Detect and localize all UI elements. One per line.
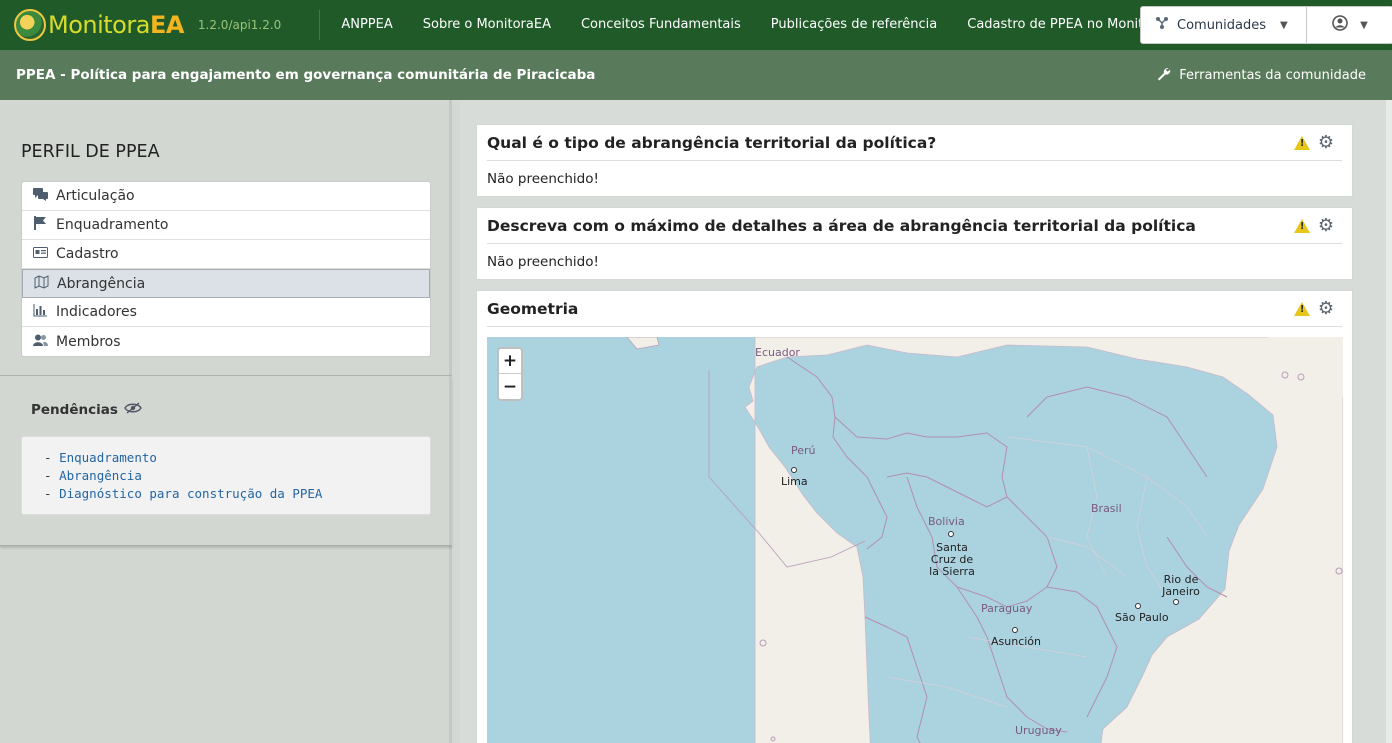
menu-item-label: Membros bbox=[56, 333, 121, 350]
menu-item-indicadores[interactable]: Indicadores bbox=[22, 298, 430, 327]
question-card-geometria: Geometria ⚙ bbox=[476, 290, 1353, 743]
card-answer: Não preenchido! bbox=[487, 254, 599, 270]
map-label-brasil: Brasil bbox=[1091, 502, 1122, 515]
logo-accent-text: EA bbox=[149, 11, 184, 39]
account-button-group: Comunidades ▼ ▼ bbox=[1140, 6, 1392, 44]
user-circle-icon bbox=[1332, 14, 1348, 36]
gear-icon[interactable]: ⚙ bbox=[1318, 299, 1334, 318]
pendencias-panel: Pendências - Enquadramento - Abrangência… bbox=[0, 376, 452, 546]
community-tools-link[interactable]: Ferramentas da comunidade bbox=[1156, 66, 1366, 85]
menu-item-label: Enquadramento bbox=[56, 217, 169, 233]
users-icon bbox=[32, 334, 48, 350]
card-answer: Não preenchido! bbox=[487, 171, 599, 187]
menu-item-articulacao[interactable]: Articulação bbox=[22, 182, 430, 211]
wrench-icon bbox=[1156, 66, 1171, 85]
south-america-basemap bbox=[626, 337, 1343, 743]
question-card-tipo-abrangencia: Qual é o tipo de abrangência territorial… bbox=[476, 124, 1353, 197]
main-content: Qual é o tipo de abrangência territorial… bbox=[460, 100, 1392, 743]
sidebar: PERFIL DE PPEA Articulação Enquadramento… bbox=[0, 100, 452, 743]
land-area bbox=[744, 337, 1343, 743]
map-label-paraguay: Paraguay bbox=[981, 602, 1033, 615]
globe-logo-icon bbox=[14, 9, 46, 41]
pendencia-link-diagnostico[interactable]: Diagnóstico para construção da PPEA bbox=[59, 486, 322, 501]
list-item: - Abrangência bbox=[44, 468, 142, 483]
warning-icon bbox=[1293, 301, 1310, 316]
profile-menu: Articulação Enquadramento Cadastro Abran… bbox=[21, 181, 431, 357]
comments-icon bbox=[32, 187, 48, 205]
profile-panel: PERFIL DE PPEA Articulação Enquadramento… bbox=[0, 100, 452, 376]
profile-title: PERFIL DE PPEA bbox=[21, 142, 160, 162]
city-marker-rio bbox=[1173, 599, 1179, 605]
monitoraea-logo[interactable]: MonitoraEA bbox=[14, 0, 184, 50]
menu-item-cadastro[interactable]: Cadastro bbox=[22, 240, 430, 269]
nav-item-anppea[interactable]: ANPPEA bbox=[326, 0, 407, 50]
menu-item-label: Articulação bbox=[56, 188, 135, 204]
warning-icon bbox=[1293, 218, 1310, 233]
eye-slash-icon[interactable] bbox=[124, 402, 142, 418]
map-label-uruguay: Uruguay bbox=[1015, 724, 1062, 737]
map-label-santa-cruz: Santa Cruz de la Sierra bbox=[929, 541, 975, 578]
share-nodes-icon bbox=[1155, 16, 1169, 34]
city-marker-sao-paulo bbox=[1135, 603, 1141, 609]
menu-item-enquadramento[interactable]: Enquadramento bbox=[22, 211, 430, 240]
zoom-out-button[interactable]: − bbox=[499, 374, 521, 399]
version-label: 1.2.0/api1.2.0 bbox=[197, 18, 282, 32]
menu-item-label: Abrangência bbox=[57, 275, 146, 292]
map-label-lima: Lima bbox=[781, 475, 808, 488]
card-title: Descreva com o máximo de detalhes a área… bbox=[487, 216, 1196, 235]
community-tools-label: Ferramentas da comunidade bbox=[1179, 67, 1366, 83]
map-label-bolivia: Bolivia bbox=[928, 515, 965, 528]
card-title: Qual é o tipo de abrangência territorial… bbox=[487, 133, 937, 152]
map-label-sao-paulo: São Paulo bbox=[1115, 611, 1169, 624]
menu-item-label: Indicadores bbox=[56, 304, 137, 320]
pendencia-link-abrangencia[interactable]: Abrangência bbox=[59, 468, 142, 483]
gear-icon[interactable]: ⚙ bbox=[1318, 133, 1334, 152]
menu-item-abrangencia[interactable]: Abrangência bbox=[22, 269, 430, 298]
nav-divider bbox=[319, 10, 321, 40]
chevron-down-icon: ▼ bbox=[1360, 19, 1368, 31]
map-label-rio: Rio de Janeiro bbox=[1162, 573, 1200, 598]
map-icon bbox=[33, 274, 49, 293]
communities-label: Comunidades bbox=[1177, 17, 1267, 33]
page-title: PPEA - Política para engajamento em gove… bbox=[16, 67, 596, 83]
id-card-icon bbox=[32, 246, 48, 262]
user-menu-button[interactable]: ▼ bbox=[1307, 7, 1392, 43]
map-label-asuncion: Asunción bbox=[991, 635, 1042, 648]
menu-item-label: Cadastro bbox=[56, 246, 119, 262]
list-item: - Diagnóstico para construção da PPEA bbox=[44, 486, 323, 501]
flag-icon bbox=[32, 216, 48, 234]
nav-item-publicacoes[interactable]: Publicações de referência bbox=[756, 0, 952, 50]
policy-title-bar: PPEA - Política para engajamento em gove… bbox=[0, 50, 1392, 100]
zoom-in-button[interactable]: + bbox=[499, 349, 521, 374]
main-nav: ANPPEA Sobre o MonitoraEA Conceitos Fund… bbox=[326, 0, 1196, 50]
question-card-descricao-area: Descreva com o máximo de detalhes a área… bbox=[476, 207, 1353, 280]
bar-chart-icon bbox=[32, 303, 48, 321]
city-marker-lima bbox=[791, 467, 797, 473]
menu-item-membros[interactable]: Membros bbox=[22, 327, 430, 356]
nav-item-sobre[interactable]: Sobre o MonitoraEA bbox=[408, 0, 566, 50]
nav-item-conceitos[interactable]: Conceitos Fundamentais bbox=[566, 0, 756, 50]
list-item: - Enquadramento bbox=[44, 450, 157, 465]
map-label-ecuador: Ecuador bbox=[755, 346, 800, 359]
communities-dropdown-button[interactable]: Comunidades ▼ bbox=[1141, 7, 1307, 43]
map-label-peru: Perú bbox=[791, 444, 816, 457]
warning-icon bbox=[1293, 135, 1310, 150]
geometry-map[interactable]: + − Ecuador Perú Lima Bolivia Santa Cruz… bbox=[487, 337, 1343, 743]
top-navbar: MonitoraEA 1.2.0/api1.2.0 ANPPEA Sobre o… bbox=[0, 0, 1392, 50]
pendencias-title: Pendências bbox=[31, 402, 118, 418]
gear-icon[interactable]: ⚙ bbox=[1318, 216, 1334, 235]
city-marker-asuncion bbox=[1012, 627, 1018, 633]
pendencias-list: - Enquadramento - Abrangência - Diagnóst… bbox=[21, 436, 431, 515]
chevron-down-icon: ▼ bbox=[1280, 19, 1288, 31]
city-marker-santa-cruz bbox=[948, 531, 954, 537]
page-scrollbar[interactable] bbox=[1386, 100, 1392, 743]
pendencia-link-enquadramento[interactable]: Enquadramento bbox=[59, 450, 157, 465]
map-zoom-control: + − bbox=[497, 347, 523, 401]
card-title: Geometria bbox=[487, 299, 579, 318]
logo-text: Monitora bbox=[48, 11, 150, 39]
